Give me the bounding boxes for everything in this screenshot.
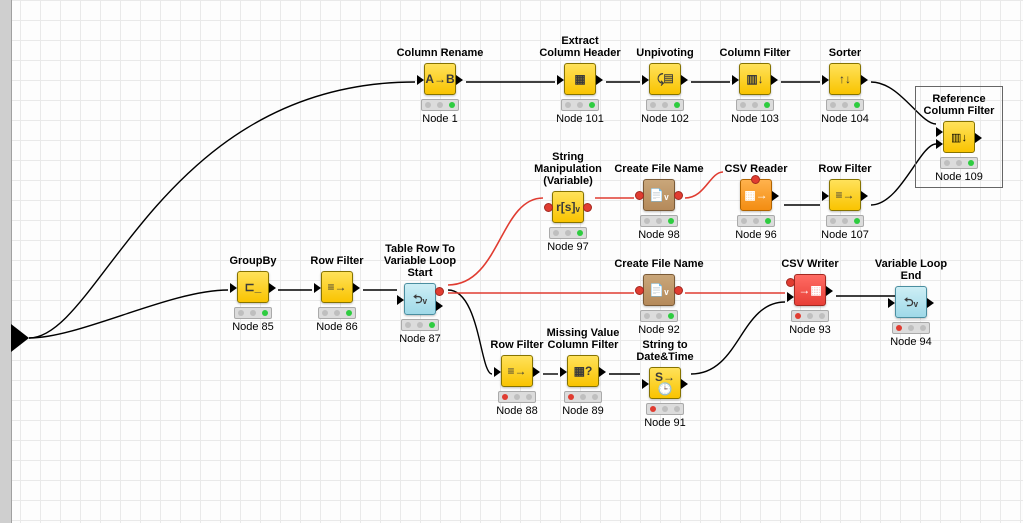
status-lights [737, 215, 775, 227]
status-lights [826, 215, 864, 227]
status-lights [498, 391, 536, 403]
node-csv-reader[interactable]: CSV Reader ▦→ Node 96 [711, 163, 801, 241]
status-lights [234, 307, 272, 319]
groupby-icon: ⊏_ [245, 281, 262, 293]
node-csv-writer[interactable]: CSV Writer →▦ Node 93 [765, 258, 855, 336]
status-lights [564, 391, 602, 403]
status-lights [640, 215, 678, 227]
status-lights [561, 99, 599, 111]
node-title: Unpivoting [620, 47, 710, 59]
file-name-icon: 📄ᵥ [649, 189, 668, 201]
node-row-filter-86[interactable]: Row Filter ≡→ Node 86 [292, 255, 382, 333]
node-create-file-name-98[interactable]: Create File Name 📄ᵥ Node 98 [614, 163, 704, 241]
status-lights [401, 319, 439, 331]
status-lights [318, 307, 356, 319]
left-gutter [0, 0, 12, 523]
node-id: Node 89 [538, 405, 628, 417]
node-id: Node 98 [614, 229, 704, 241]
node-title: String Manipulation (Variable) [523, 151, 613, 187]
string-var-icon: r[s]ᵥ [556, 201, 580, 213]
node-title: Row Filter [292, 255, 382, 267]
csv-reader-icon: ▦→ [744, 189, 767, 201]
node-row-filter-107[interactable]: Row Filter ≡→ Node 107 [800, 163, 890, 241]
status-lights [640, 310, 678, 322]
node-id: Node 104 [800, 113, 890, 125]
node-id: Node 101 [535, 113, 625, 125]
string-to-date-icon: S→🕒 [650, 371, 680, 395]
status-lights [791, 310, 829, 322]
status-lights [646, 99, 684, 111]
workflow-input-port[interactable] [11, 324, 29, 352]
status-lights [736, 99, 774, 111]
workflow-canvas[interactable]: Column Rename A→B Node 1 Extract Column … [0, 0, 1023, 523]
node-groupby[interactable]: GroupBy ⊏_ Node 85 [208, 255, 298, 333]
loop-start-icon: ⮌ᵥ [413, 293, 427, 305]
node-title: Table Row To Variable Loop Start [375, 243, 465, 279]
node-title: Column Rename [395, 47, 485, 59]
sort-icon: ↑↓ [839, 73, 851, 85]
node-unpivoting[interactable]: Unpivoting ⤹▤ Node 102 [620, 47, 710, 125]
node-id: Node 97 [523, 241, 613, 253]
node-variable-loop-end[interactable]: Variable Loop End ⮌ᵥ Node 94 [866, 258, 956, 348]
node-id: Node 93 [765, 324, 855, 336]
node-id: Node 91 [620, 417, 710, 429]
node-id: Node 103 [710, 113, 800, 125]
node-id: Node 96 [711, 229, 801, 241]
missing-col-filter-icon: ▦? [574, 365, 593, 377]
node-title: Sorter [800, 47, 890, 59]
node-missing-value-column-filter[interactable]: Missing Value Column Filter ▦? Node 89 [538, 327, 628, 417]
row-filter-icon: ≡→ [835, 189, 854, 201]
node-string-to-date-time[interactable]: String to Date&Time S→🕒 Node 91 [620, 339, 710, 429]
node-id: Node 107 [800, 229, 890, 241]
node-title: Extract Column Header [535, 35, 625, 59]
ref-filter-icon: ▥↓ [951, 131, 967, 144]
node-title: String to Date&Time [620, 339, 710, 363]
loop-end-icon: ⮌ᵥ [904, 296, 918, 308]
node-id: Node 102 [620, 113, 710, 125]
node-extract-column-header[interactable]: Extract Column Header ▦ Node 101 [535, 35, 625, 125]
node-title: CSV Writer [765, 258, 855, 270]
node-title: CSV Reader [711, 163, 801, 175]
node-title: Variable Loop End [866, 258, 956, 282]
node-id: Node 85 [208, 321, 298, 333]
status-lights [549, 227, 587, 239]
node-title: Row Filter [800, 163, 890, 175]
node-id: Node 86 [292, 321, 382, 333]
csv-writer-icon: →▦ [798, 284, 821, 296]
node-id: Node 1 [395, 113, 485, 125]
node-title: Missing Value Column Filter [538, 327, 628, 351]
header-icon: ▦ [574, 73, 585, 85]
node-create-file-name-92[interactable]: Create File Name 📄ᵥ Node 92 [614, 258, 704, 336]
node-string-manipulation-variable[interactable]: String Manipulation (Variable) r[s]ᵥ Nod… [523, 151, 613, 253]
node-title: Column Filter [710, 47, 800, 59]
status-lights [421, 99, 459, 111]
node-id: Node 94 [866, 336, 956, 348]
node-column-rename[interactable]: Column Rename A→B Node 1 [395, 47, 485, 125]
status-lights [940, 157, 978, 169]
status-lights [646, 403, 684, 415]
node-column-filter[interactable]: Column Filter ▥↓ Node 103 [710, 47, 800, 125]
row-filter-icon: ≡→ [327, 281, 346, 293]
node-title: Create File Name [614, 163, 704, 175]
filter-icon: ▥↓ [746, 73, 763, 85]
status-lights [826, 99, 864, 111]
row-filter-icon: ≡→ [507, 365, 526, 377]
node-title: Reference Column Filter [922, 93, 996, 117]
rename-icon: A→B [425, 73, 454, 85]
node-title: Create File Name [614, 258, 704, 270]
node-reference-column-filter[interactable]: Reference Column Filter ▥↓ Node 109 [915, 86, 1003, 188]
file-name-icon: 📄ᵥ [649, 284, 668, 296]
node-id: Node 87 [375, 333, 465, 345]
node-title: GroupBy [208, 255, 298, 267]
node-sorter[interactable]: Sorter ↑↓ Node 104 [800, 47, 890, 125]
status-lights [892, 322, 930, 334]
node-id: Node 109 [922, 171, 996, 183]
node-table-row-to-variable-loop-start[interactable]: Table Row To Variable Loop Start ⮌ᵥ Node… [375, 243, 465, 345]
unpivot-icon: ⤹▤ [657, 73, 673, 85]
